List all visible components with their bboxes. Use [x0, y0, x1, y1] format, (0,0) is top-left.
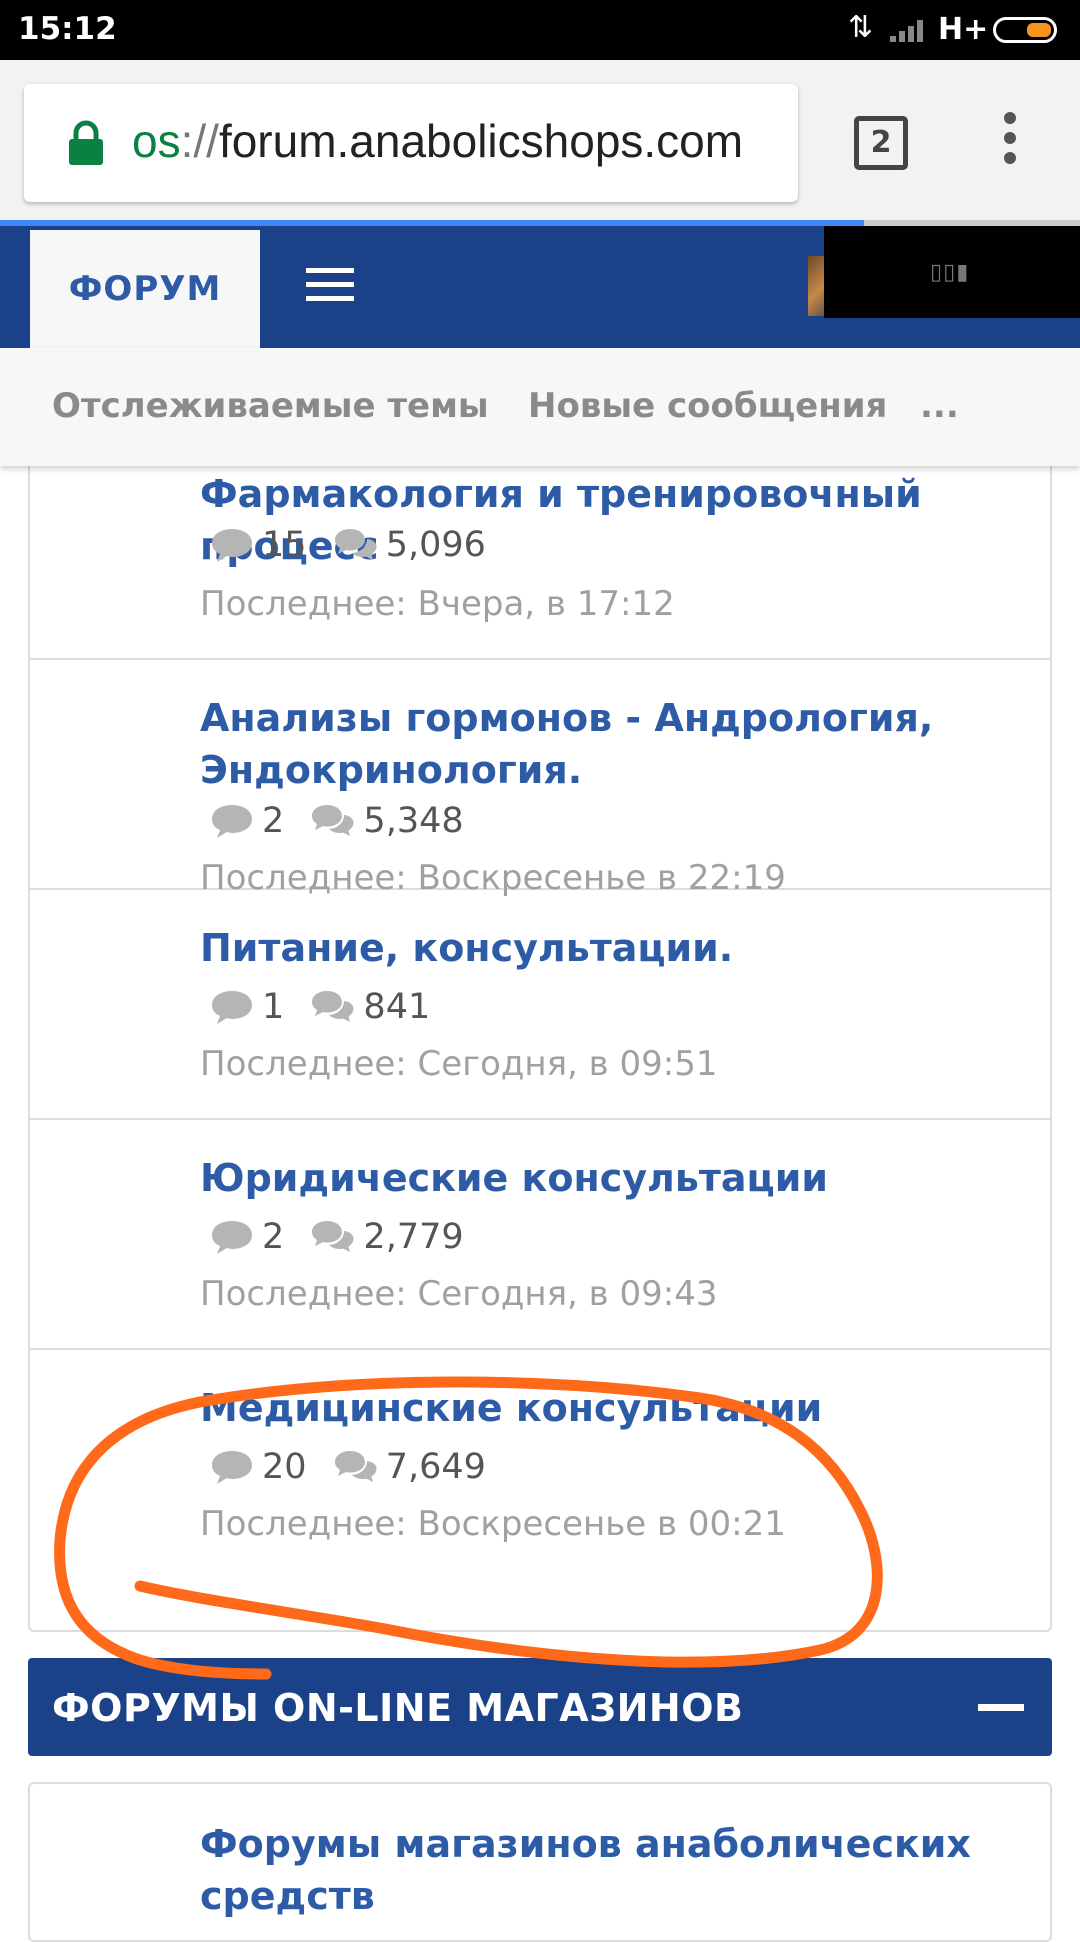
messages-icon	[312, 805, 354, 836]
last-post[interactable]: Последнее: Сегодня, в 09:51	[200, 1044, 718, 1084]
thread-count: 1	[262, 987, 285, 1027]
thread-count: 2	[262, 1217, 285, 1257]
threads-icon	[212, 1451, 252, 1484]
threads-icon	[212, 805, 252, 838]
redacted-icon: ▯▯▮	[930, 260, 970, 285]
url-text[interactable]: os://forum.anabolicshops.com	[132, 114, 743, 168]
browser-toolbar: os://forum.anabolicshops.com 2	[0, 60, 1080, 226]
category-header: ФОРУМЫ ON-LINE МАГАЗИНОВ	[28, 1658, 1052, 1756]
subnav-watched-threads[interactable]: Отслеживаемые темы	[52, 386, 489, 426]
forum-title[interactable]: Питание, консультации.	[200, 922, 1040, 974]
threads-icon	[212, 991, 252, 1024]
messages-icon	[312, 1221, 354, 1252]
thread-count: 15	[262, 525, 307, 565]
list-item: Питание, консультации. 1 841 Последнее: …	[30, 890, 1050, 1120]
tab-forum[interactable]: ФОРУМ	[30, 230, 260, 348]
forum-title[interactable]: Анализы гормонов - Андрология, Эндокрино…	[200, 692, 1040, 796]
forum-title[interactable]: Форумы магазинов анаболических средств	[200, 1818, 1040, 1922]
tab-switcher-button[interactable]: 2	[854, 116, 908, 170]
message-count: 7,649	[385, 1447, 486, 1487]
forum-title[interactable]: Медицинские консультации	[200, 1382, 1040, 1434]
forum-stats: 2 5,348	[210, 800, 480, 844]
forum-list-shops: Форумы магазинов анаболических средств	[28, 1782, 1052, 1942]
message-count: 5,096	[385, 525, 486, 565]
subnav-more[interactable]: ...	[920, 386, 959, 426]
message-count: 5,348	[363, 801, 464, 841]
hamburger-menu-icon[interactable]	[306, 268, 354, 302]
data-transfer-icon: ⇅	[848, 10, 874, 45]
thread-count: 2	[262, 801, 285, 841]
subnav-new-posts[interactable]: Новые сообщения	[528, 386, 887, 426]
status-bar: 15:12 ⇅ H+	[0, 0, 1080, 60]
threads-icon	[212, 1221, 252, 1254]
forum-stats: 15 5,096	[210, 524, 502, 568]
list-item: Медицинские консультации 20 7,649 Послед…	[30, 1350, 1050, 1578]
messages-icon	[312, 991, 354, 1022]
collapse-minus-icon[interactable]	[978, 1704, 1024, 1711]
forum-stats: 2 2,779	[210, 1216, 480, 1260]
signal-icon	[890, 20, 923, 42]
browser-menu-icon[interactable]	[1000, 112, 1020, 172]
list-item: Фармакология и тренировочный процесс 15 …	[30, 466, 1050, 660]
message-count: 841	[363, 987, 431, 1027]
lock-icon	[69, 120, 103, 165]
url-host: forum.anabolicshops.com	[218, 115, 744, 167]
url-separator: ://	[180, 115, 219, 167]
messages-icon	[334, 529, 377, 560]
forum-stats: 20 7,649	[210, 1446, 502, 1490]
sub-navigation: Отслеживаемые темы Новые сообщения ...	[0, 348, 1080, 466]
battery-icon	[993, 17, 1057, 43]
thread-count: 20	[262, 1447, 307, 1487]
status-time: 15:12	[18, 11, 117, 47]
last-post[interactable]: Последнее: Вчера, в 17:12	[200, 584, 675, 624]
last-post[interactable]: Последнее: Воскресенье в 00:21	[200, 1504, 786, 1544]
forum-navbar: ФОРУМ ▯▯▮	[0, 226, 1080, 348]
message-count: 2,779	[363, 1217, 464, 1257]
forum-stats: 1 841	[210, 986, 446, 1030]
forum-list: Фармакология и тренировочный процесс 15 …	[28, 466, 1052, 1632]
list-item: Анализы гормонов - Андрология, Эндокрино…	[30, 660, 1050, 898]
forum-title[interactable]: Юридические консультации	[200, 1152, 1040, 1204]
list-item: Юридические консультации 2 2,779 Последн…	[30, 1120, 1050, 1350]
network-type: H+	[938, 12, 989, 47]
account-area[interactable]: ▯▯▮	[824, 226, 1080, 318]
url-scheme: os	[132, 115, 181, 167]
messages-icon	[334, 1451, 377, 1482]
last-post[interactable]: Последнее: Сегодня, в 09:43	[200, 1274, 718, 1314]
address-bar[interactable]: os://forum.anabolicshops.com	[24, 84, 798, 202]
threads-icon	[212, 529, 252, 562]
category-title[interactable]: ФОРУМЫ ON-LINE МАГАЗИНОВ	[52, 1686, 744, 1730]
